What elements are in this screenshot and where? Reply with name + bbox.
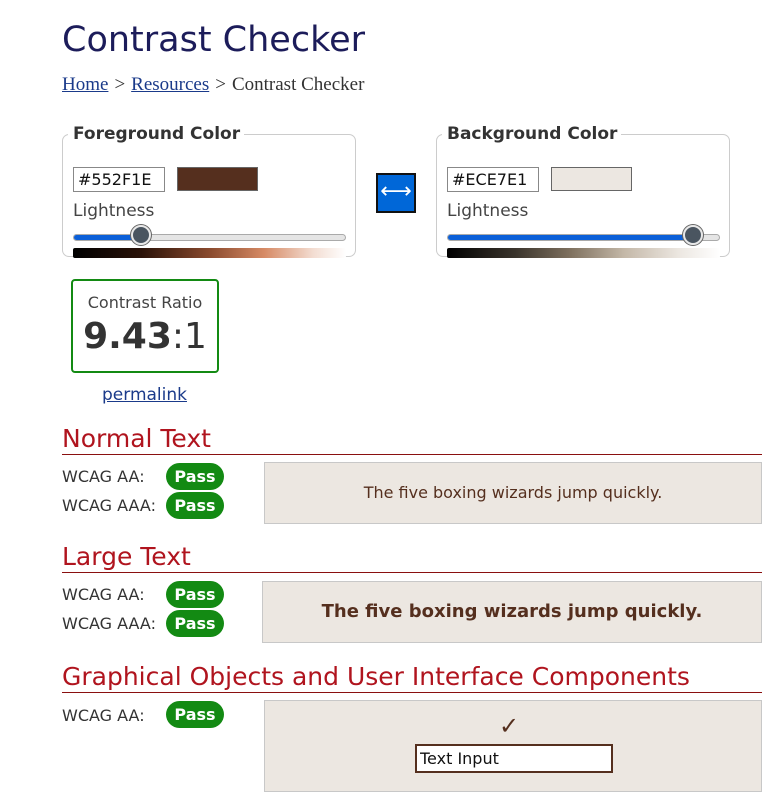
page-title: Contrast Checker (62, 20, 366, 60)
foreground-color-legend: Foreground Color (73, 124, 241, 144)
background-lightness-gradient (447, 248, 720, 258)
normal-text-aa-badge: Pass (166, 463, 224, 490)
background-hex-input[interactable] (447, 167, 539, 192)
permalink-link[interactable]: permalink (102, 385, 187, 405)
checkmark-icon: ✓ (499, 712, 520, 740)
contrast-ratio-suffix: :1 (171, 316, 207, 357)
normal-text-aaa-label: WCAG AAA: (62, 496, 156, 515)
breadcrumb-separator: > (114, 74, 126, 95)
contrast-ratio-label: Contrast Ratio (87, 293, 203, 312)
graphical-objects-heading: Graphical Objects and User Interface Com… (62, 662, 762, 693)
normal-text-aaa-badge: Pass (166, 492, 224, 519)
contrast-ratio-number: 9.43 (83, 316, 172, 357)
background-slider-thumb[interactable] (682, 225, 703, 245)
contrast-ratio-value: 9.43:1 (73, 316, 217, 357)
breadcrumb: Home > Resources > Contrast Checker (62, 74, 364, 96)
foreground-color-swatch[interactable] (177, 167, 258, 191)
background-lightness-label: Lightness (447, 201, 529, 221)
contrast-ratio-box: Contrast Ratio 9.43:1 (71, 279, 219, 373)
swap-arrows-icon: ⟷ (380, 179, 412, 204)
normal-text-heading: Normal Text (62, 424, 762, 455)
breadcrumb-resources-link[interactable]: Resources (131, 74, 209, 95)
breadcrumb-home-link[interactable]: Home (62, 74, 108, 95)
foreground-lightness-slider[interactable] (73, 234, 346, 241)
background-color-legend: Background Color (447, 124, 618, 144)
graphical-sample: ✓ (264, 700, 762, 792)
graphical-aa-label: WCAG AA: (62, 706, 145, 725)
foreground-color-panel: Foreground Color Lightness (62, 124, 356, 258)
sample-text-input[interactable] (415, 744, 613, 773)
foreground-hex-input[interactable] (73, 167, 165, 192)
large-text-heading: Large Text (62, 542, 762, 573)
normal-text-sample: The five boxing wizards jump quickly. (264, 462, 762, 524)
background-color-swatch[interactable] (551, 167, 632, 191)
large-text-aa-label: WCAG AA: (62, 585, 145, 604)
large-text-sample: The five boxing wizards jump quickly. (262, 581, 762, 643)
normal-text-aa-label: WCAG AA: (62, 467, 145, 486)
large-text-aa-badge: Pass (166, 581, 224, 608)
breadcrumb-current: Contrast Checker (231, 74, 365, 95)
large-text-aaa-badge: Pass (166, 610, 224, 637)
background-lightness-slider[interactable] (447, 234, 720, 241)
foreground-lightness-gradient (73, 248, 346, 258)
graphical-aa-badge: Pass (166, 701, 224, 728)
background-color-panel: Background Color Lightness (436, 124, 730, 258)
background-slider-fill (448, 235, 694, 240)
breadcrumb-separator: > (215, 74, 226, 95)
foreground-lightness-label: Lightness (73, 201, 155, 221)
swap-colors-button[interactable]: ⟷ (376, 173, 416, 213)
large-text-aaa-label: WCAG AAA: (62, 614, 156, 633)
foreground-slider-thumb[interactable] (131, 225, 152, 245)
